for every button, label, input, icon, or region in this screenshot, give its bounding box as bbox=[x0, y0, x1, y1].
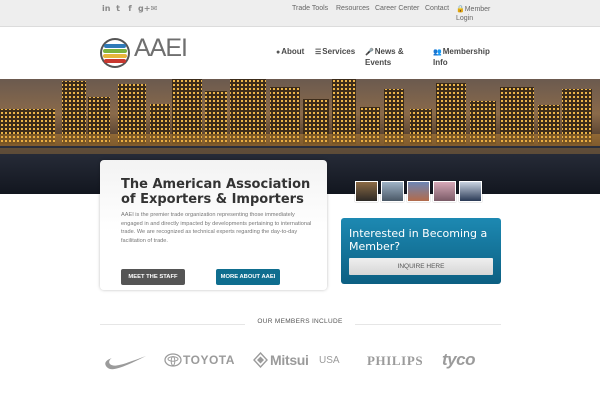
facebook-icon[interactable]: f bbox=[126, 4, 134, 14]
members-heading: OUR MEMBERS INCLUDE bbox=[257, 318, 343, 325]
microphone-icon: 🎤 bbox=[365, 49, 374, 56]
globe-icon: ● bbox=[276, 49, 281, 56]
toyota-emblem bbox=[164, 353, 182, 367]
slide-thumbnail[interactable] bbox=[433, 181, 456, 202]
trade-tools-link[interactable]: Trade Tools bbox=[292, 5, 328, 12]
slide-thumbnail[interactable] bbox=[355, 181, 378, 202]
twitter-icon[interactable]: t bbox=[114, 4, 122, 14]
nav-about-label: About bbox=[281, 47, 305, 56]
tyco-logo: tyco bbox=[442, 350, 475, 369]
slide-thumbnails bbox=[355, 181, 482, 202]
top-utility-bar: in t f g+ ✉ Trade Tools Resources Career… bbox=[0, 0, 600, 27]
nav-about[interactable]: ●About bbox=[276, 47, 304, 58]
linkedin-icon[interactable]: in bbox=[102, 4, 110, 14]
member-login-link[interactable]: 🔒Member Login bbox=[456, 5, 496, 23]
mitsui-emblem bbox=[253, 352, 268, 368]
more-about-aaei-button[interactable]: MORE ABOUT AAEI bbox=[216, 269, 280, 285]
users-icon: 👥 bbox=[433, 49, 442, 56]
nav-services[interactable]: ☰Services bbox=[315, 47, 355, 58]
toyota-logo: TOYOTA bbox=[183, 353, 235, 367]
nav-news-events[interactable]: 🎤News & Events bbox=[365, 47, 417, 68]
nav-membership-info[interactable]: 👥Membership Info bbox=[433, 47, 499, 68]
logo-text[interactable]: AAEI bbox=[134, 34, 188, 63]
mitsui-usa-label: USA bbox=[319, 355, 340, 366]
google-plus-icon[interactable]: g+ bbox=[138, 4, 150, 14]
list-icon: ☰ bbox=[315, 49, 322, 56]
email-icon[interactable]: ✉ bbox=[150, 4, 158, 14]
philips-logo: PHILIPS bbox=[367, 353, 424, 368]
membership-promo-title: Interested in Becoming a Member? bbox=[349, 227, 488, 253]
slide-thumbnail[interactable] bbox=[407, 181, 430, 202]
membership-promo-panel: Interested in Becoming a Member? INQUIRE… bbox=[341, 218, 501, 284]
mitsui-logo: Mitsui bbox=[270, 352, 309, 368]
lock-icon: 🔒 bbox=[456, 6, 465, 13]
slide-thumbnail[interactable] bbox=[381, 181, 404, 202]
meet-the-staff-button[interactable]: MEET THE STAFF bbox=[121, 269, 185, 285]
nike-logo bbox=[105, 356, 146, 370]
nav-services-label: Services bbox=[322, 47, 356, 56]
career-center-link[interactable]: Career Center bbox=[375, 5, 419, 12]
card-title: The American Association of Exporters & … bbox=[121, 177, 311, 207]
inquire-here-button[interactable]: INQUIRE HERE bbox=[349, 258, 493, 275]
about-card: The American Association of Exporters & … bbox=[100, 160, 327, 290]
slide-thumbnail[interactable] bbox=[459, 181, 482, 202]
resources-link[interactable]: Resources bbox=[336, 5, 369, 12]
card-description: AAEI is the premier trade organization r… bbox=[121, 212, 312, 244]
contact-link[interactable]: Contact bbox=[425, 5, 449, 12]
social-links: in t f g+ ✉ bbox=[102, 4, 158, 14]
